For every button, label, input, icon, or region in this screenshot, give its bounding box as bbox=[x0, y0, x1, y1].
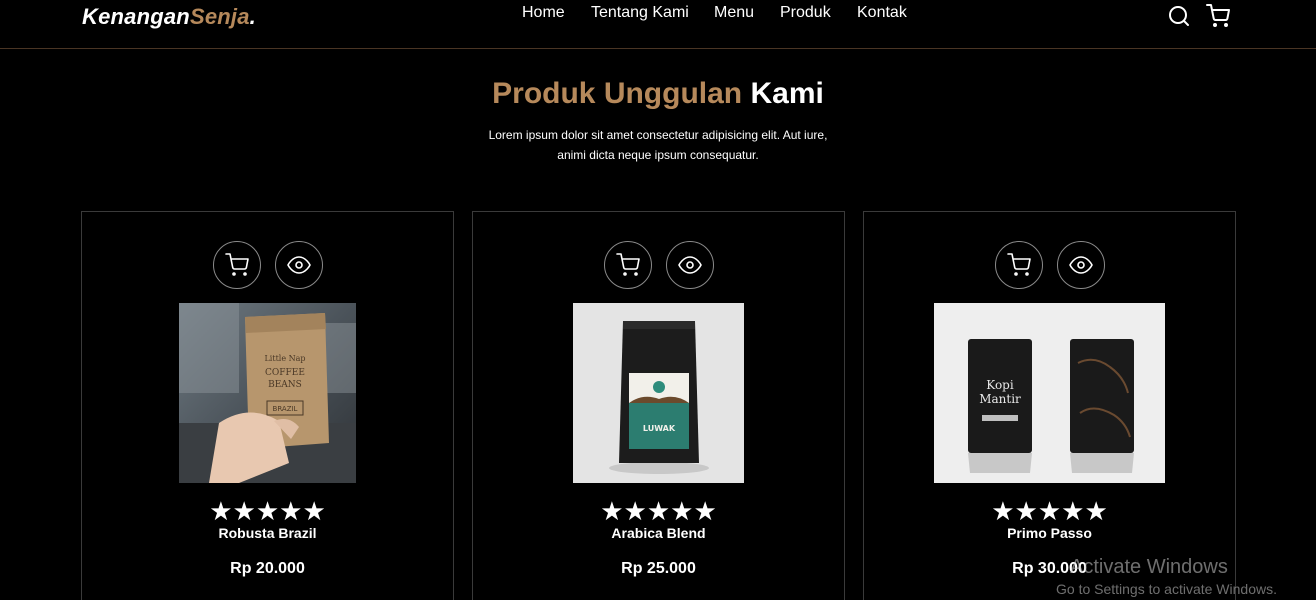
svg-text:COFFEE: COFFEE bbox=[265, 368, 305, 378]
product-price: Rp 20.000 bbox=[230, 560, 305, 577]
product-image: LUWAK bbox=[573, 303, 744, 483]
product-card-arabica-blend: LUWAK ★★★★★ Arabica Blend Rp 25.000 bbox=[472, 211, 845, 600]
logo-main: Kenangan bbox=[82, 4, 190, 29]
logo[interactable]: KenanganSenja. bbox=[82, 4, 256, 30]
view-detail-button[interactable] bbox=[666, 241, 714, 289]
logo-dot: . bbox=[249, 4, 256, 29]
svg-text:LUWAK: LUWAK bbox=[643, 424, 676, 433]
logo-accent: Senja bbox=[189, 4, 250, 29]
nav-link-menu[interactable]: Menu bbox=[714, 4, 754, 22]
svg-text:BRAZIL: BRAZIL bbox=[273, 405, 298, 413]
eye-icon bbox=[1069, 256, 1093, 274]
product-card-primo-passo: Kopi Mantir ★★★★★ Primo Passo Rp 30.000 bbox=[863, 211, 1236, 600]
shopping-cart-icon bbox=[616, 253, 640, 276]
section-title-rest: Kami bbox=[750, 77, 824, 110]
add-to-cart-button[interactable] bbox=[213, 241, 261, 289]
nav-link-kontak[interactable]: Kontak bbox=[857, 4, 907, 22]
section-description: Lorem ipsum dolor sit amet consectetur a… bbox=[488, 128, 828, 162]
svg-text:Kopi: Kopi bbox=[986, 378, 1014, 392]
view-detail-button[interactable] bbox=[275, 241, 323, 289]
product-image: Little Nap COFFEE BEANS BRAZIL bbox=[179, 303, 356, 483]
shopping-cart-icon bbox=[225, 253, 249, 276]
product-name: Robusta Brazil bbox=[218, 525, 317, 541]
add-to-cart-button[interactable] bbox=[604, 241, 652, 289]
add-to-cart-button[interactable] bbox=[995, 241, 1043, 289]
shopping-cart-icon[interactable] bbox=[1206, 4, 1230, 28]
svg-text:Little Nap: Little Nap bbox=[264, 354, 305, 363]
activate-windows-title: Activate Windows bbox=[1070, 556, 1228, 578]
rating-stars: ★★★★★ bbox=[600, 496, 717, 526]
rating-stars: ★★★★★ bbox=[209, 496, 326, 526]
shopping-cart-icon bbox=[1007, 253, 1031, 276]
product-price: Rp 25.000 bbox=[621, 560, 696, 577]
product-card-robusta-brazil: Little Nap COFFEE BEANS BRAZIL ★★★★★ Rob… bbox=[81, 211, 454, 600]
activate-windows-subtitle: Go to Settings to activate Windows. bbox=[1056, 581, 1277, 597]
view-detail-button[interactable] bbox=[1057, 241, 1105, 289]
navbar: KenanganSenja. Home Tentang Kami Menu Pr… bbox=[0, 0, 1316, 49]
nav-link-tentang-kami[interactable]: Tentang Kami bbox=[591, 4, 689, 22]
nav-link-produk[interactable]: Produk bbox=[780, 4, 831, 22]
svg-text:BEANS: BEANS bbox=[268, 380, 302, 390]
section-title-accent: Produk Unggulan bbox=[492, 77, 743, 110]
search-icon[interactable] bbox=[1167, 4, 1191, 28]
nav-link-home[interactable]: Home bbox=[522, 4, 565, 22]
eye-icon bbox=[287, 256, 311, 274]
rating-stars: ★★★★★ bbox=[991, 496, 1108, 526]
eye-icon bbox=[678, 256, 702, 274]
section-title: Produk Unggulan Kami bbox=[0, 77, 1316, 111]
svg-text:Mantir: Mantir bbox=[979, 392, 1021, 406]
product-name: Primo Passo bbox=[1007, 525, 1092, 541]
product-name: Arabica Blend bbox=[611, 525, 706, 541]
product-image: Kopi Mantir bbox=[934, 303, 1165, 483]
